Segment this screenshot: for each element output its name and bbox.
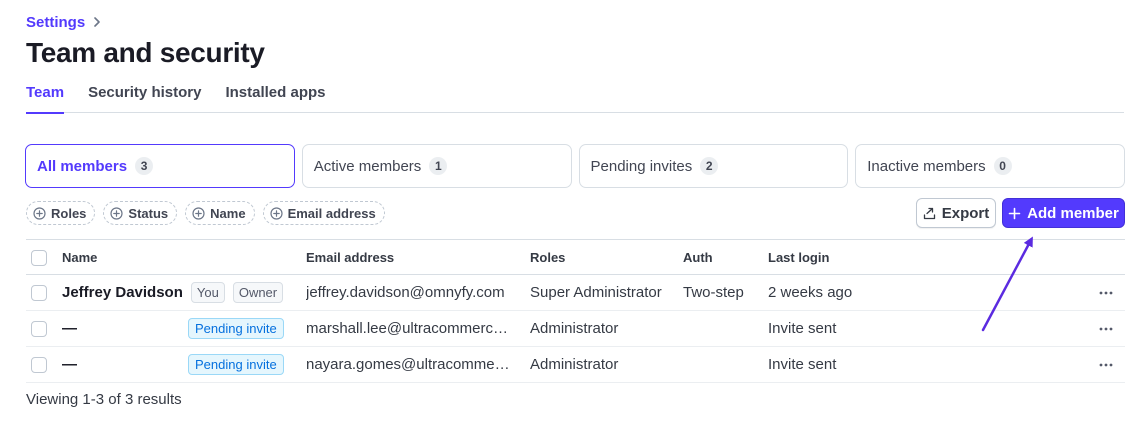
row-more-button[interactable] (1098, 275, 1114, 310)
member-email: marshall.lee@ultracommerce… (306, 320, 511, 337)
more-horizontal-icon (1099, 363, 1113, 366)
export-icon (923, 207, 935, 219)
column-header-roles[interactable]: Roles (530, 240, 565, 275)
filter-label: Inactive members (867, 157, 986, 175)
add-member-button[interactable]: Add member (1002, 198, 1125, 228)
page-title: Team and security (26, 37, 265, 68)
select-all-cell (31, 240, 47, 275)
member-name: Jeffrey Davidson (62, 284, 183, 301)
chevron-right-icon (94, 17, 100, 27)
member-email: jeffrey.davidson@omnyfy.com (306, 284, 505, 301)
filter-count: 2 (700, 157, 719, 175)
row-check-cell (31, 275, 47, 310)
filter-label: Active members (313, 157, 422, 175)
plus-circle-icon (192, 206, 205, 220)
tab-bar: Team Security history Installed apps (26, 84, 1124, 114)
more-horizontal-icon (1099, 291, 1113, 294)
breadcrumb-settings-link[interactable]: Settings (26, 14, 85, 31)
filter-count: 0 (993, 157, 1012, 175)
member-last-login: Invite sent (768, 320, 837, 337)
plus-circle-icon (33, 206, 46, 220)
member-role: Administrator (530, 320, 619, 337)
row-checkbox[interactable] (31, 320, 47, 337)
row-checkbox[interactable] (31, 284, 47, 301)
tab-security-history[interactable]: Security history (88, 84, 201, 113)
chip-status[interactable]: Status (103, 201, 178, 225)
plus-circle-icon (110, 206, 124, 220)
status-badge-cell: Pending invite (188, 311, 284, 346)
filter-pending-invites[interactable]: Pending invites 2 (578, 144, 849, 188)
filter-label: All members (37, 157, 128, 175)
you-badge: You (190, 282, 225, 303)
member-filter-cards: All members 3 Active members 1 Pending i… (25, 144, 1125, 188)
table-row[interactable]: — Pending invite nayara.gomes@ultracomme… (26, 347, 1125, 383)
filter-count: 3 (135, 157, 154, 175)
column-header-name[interactable]: Name (62, 240, 97, 275)
pending-invite-badge: Pending invite (188, 318, 284, 339)
column-header-last-login[interactable]: Last login (768, 240, 829, 275)
filter-chips: Roles Status Name Email address (26, 201, 385, 225)
filter-active-members[interactable]: Active members 1 (301, 144, 572, 188)
plus-circle-icon (269, 206, 283, 220)
row-more-button[interactable] (1098, 311, 1114, 346)
table-row[interactable]: — Pending invite marshall.lee@ultracomme… (26, 311, 1125, 347)
tab-team[interactable]: Team (26, 84, 65, 114)
more-horizontal-icon (1099, 327, 1113, 330)
row-checkbox[interactable] (31, 356, 47, 373)
member-name-cell: Jeffrey Davidson You Owner (62, 275, 284, 310)
member-role: Super Administrator (530, 284, 662, 301)
member-auth: Two-step (683, 284, 744, 301)
plus-icon (1008, 207, 1021, 219)
breadcrumb: Settings (26, 13, 101, 31)
chip-label: Name (210, 205, 246, 221)
select-all-checkbox[interactable] (31, 249, 47, 266)
chip-label: Roles (51, 205, 87, 221)
chip-label: Status (128, 205, 169, 221)
add-member-label: Add member (1027, 204, 1119, 222)
column-header-auth[interactable]: Auth (683, 240, 713, 275)
chip-name[interactable]: Name (185, 201, 255, 225)
owner-badge: Owner (232, 282, 284, 303)
chip-email-address[interactable]: Email address (262, 201, 385, 225)
row-check-cell (31, 347, 47, 382)
export-button[interactable]: Export (916, 198, 996, 228)
row-check-cell (31, 311, 47, 346)
row-more-button[interactable] (1098, 347, 1114, 382)
pending-invite-badge: Pending invite (188, 354, 284, 375)
member-name: — (62, 356, 77, 373)
tab-installed-apps[interactable]: Installed apps (225, 84, 325, 113)
status-badge-cell: Pending invite (188, 347, 284, 382)
filter-inactive-members[interactable]: Inactive members 0 (855, 144, 1125, 188)
filter-all-members[interactable]: All members 3 (25, 144, 295, 188)
filter-count: 1 (429, 157, 448, 175)
column-header-email[interactable]: Email address (306, 240, 511, 275)
table-header: Name Email address Roles Auth Last login (26, 239, 1125, 275)
member-last-login: 2 weeks ago (768, 284, 853, 301)
export-label: Export (941, 204, 990, 222)
member-role: Administrator (530, 356, 619, 373)
table-row[interactable]: Jeffrey Davidson You Owner jeffrey.david… (26, 275, 1125, 311)
chip-label: Email address (287, 205, 376, 221)
members-table: Name Email address Roles Auth Last login… (26, 239, 1125, 383)
member-email: nayara.gomes@ultracommer… (306, 356, 511, 373)
chip-roles[interactable]: Roles (26, 201, 96, 225)
member-last-login: Invite sent (768, 356, 837, 373)
member-name: — (62, 320, 77, 337)
filter-label: Pending invites (590, 157, 693, 175)
results-summary: Viewing 1-3 of 3 results (26, 391, 182, 408)
